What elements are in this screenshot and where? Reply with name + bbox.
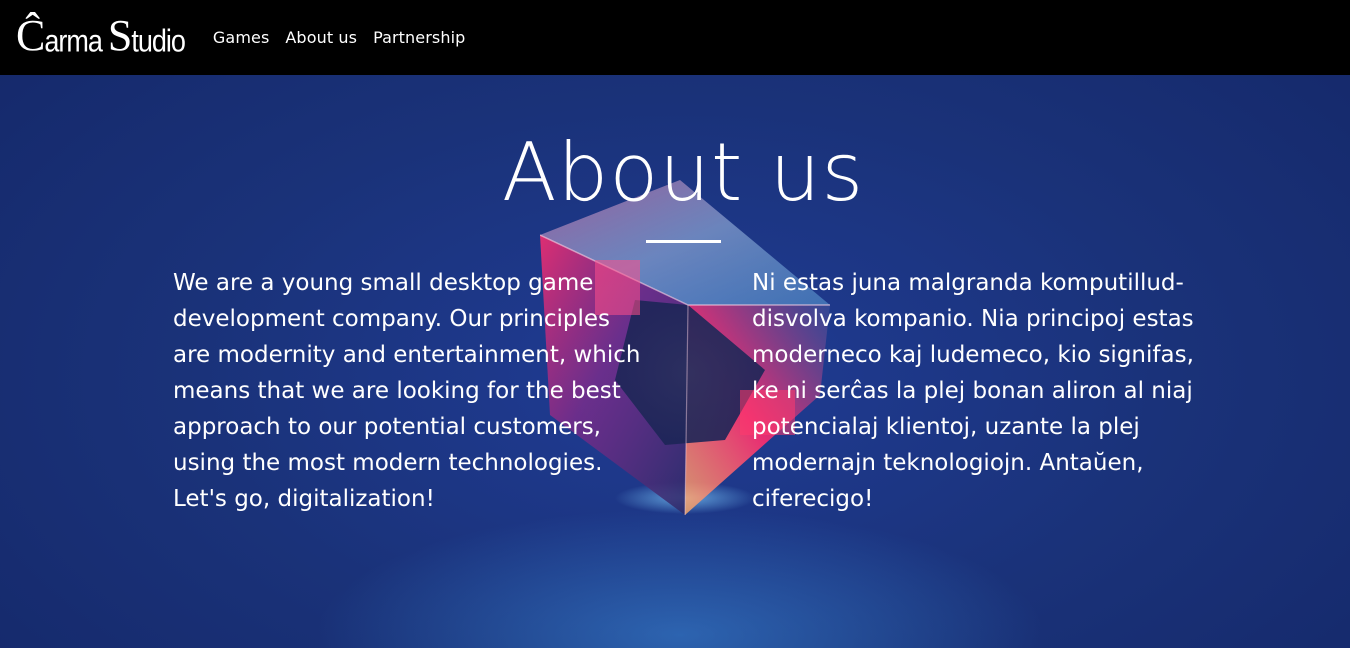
logo-text-tudio: tudio: [131, 23, 186, 58]
title-underline: [646, 240, 721, 243]
logo-letter-c: Ĉ: [16, 10, 45, 60]
carma-studio-logo[interactable]: Ĉ arma S tudio: [16, 10, 186, 60]
about-hero-section: About us We are a young small desktop ga…: [0, 75, 1350, 648]
nav-link-games[interactable]: Games: [213, 28, 269, 47]
about-text-english: We are a young small desktop game develo…: [173, 270, 641, 512]
top-navbar: Ĉ arma S tudio Games About us Partnershi…: [0, 0, 1350, 75]
main-nav: Games About us Partnership: [213, 28, 465, 47]
nav-link-partnership[interactable]: Partnership: [373, 28, 465, 47]
nav-link-about-us[interactable]: About us: [285, 28, 357, 47]
page-title: About us: [501, 126, 865, 219]
logo-letter-s: S: [107, 10, 133, 60]
logo-text-arma: arma: [44, 23, 103, 58]
about-text-esperanto: Ni estas juna malgranda komputillud-disv…: [752, 270, 1194, 512]
